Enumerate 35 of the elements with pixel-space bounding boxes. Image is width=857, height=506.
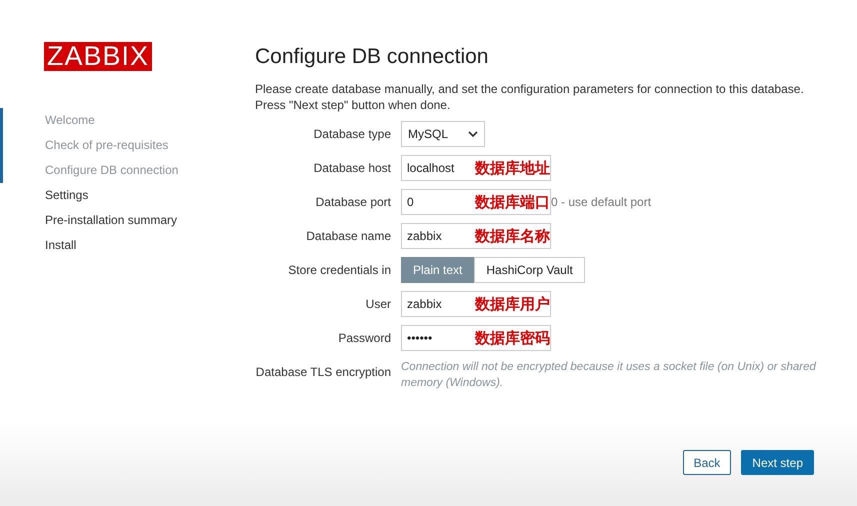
field-label: User: [364, 296, 391, 313]
intro-text: Please create database manually, and set the configuration parameters for connection to this database.: [255, 81, 805, 97]
step-item: Install: [44, 237, 78, 254]
input-field[interactable]: zabbix 数据库用户: [401, 291, 551, 317]
input-field[interactable]: localhost 数据库地址: [401, 155, 551, 181]
page-title: Configure DB connection: [255, 45, 490, 69]
field-label: Store credentials in: [287, 262, 391, 279]
step-item: Settings: [44, 187, 90, 204]
back-button[interactable]: Back: [682, 450, 732, 475]
step-item: Configure DB connection: [0, 158, 255, 183]
field-label: Database type: [312, 126, 391, 143]
annotation-text: 数据库名称: [475, 226, 550, 246]
hint-text: 0 - use default port: [551, 194, 652, 211]
step-item: Pre-installation summary: [44, 212, 178, 229]
field-label: Database host: [312, 160, 391, 177]
step-item: Check of pre-requisites: [0, 133, 255, 158]
input-field[interactable]: 0 数据库端口: [401, 189, 551, 215]
chevron-down-icon: [468, 130, 478, 138]
field-label: Database port: [314, 194, 391, 211]
annotation-text: 数据库端口: [475, 192, 550, 212]
next-step-button[interactable]: Next step: [741, 450, 814, 475]
input-field[interactable]: •••••• 数据库密码: [401, 325, 551, 351]
field-label: Password: [337, 330, 391, 347]
input-field[interactable]: zabbix 数据库名称: [401, 223, 551, 249]
tls-note: Connection will not be encrypted because it uses a socket file (on Unix) or shared memory (Windows).: [401, 360, 818, 391]
annotation-text: 数据库密码: [475, 328, 550, 348]
zabbix-logo: ZABBIX: [44, 42, 152, 71]
segment-option[interactable]: HashiCorp Vault: [474, 257, 585, 283]
annotation-text: 数据库地址: [475, 158, 550, 178]
field-label: Database TLS encryption: [255, 364, 391, 381]
database-type-select[interactable]: MySQL: [401, 121, 485, 147]
step-item: Welcome: [0, 108, 255, 133]
field-label: Database name: [305, 228, 391, 245]
annotation-text: 数据库用户: [475, 294, 550, 314]
intro-text: Press "Next step" button when done.: [255, 97, 452, 113]
